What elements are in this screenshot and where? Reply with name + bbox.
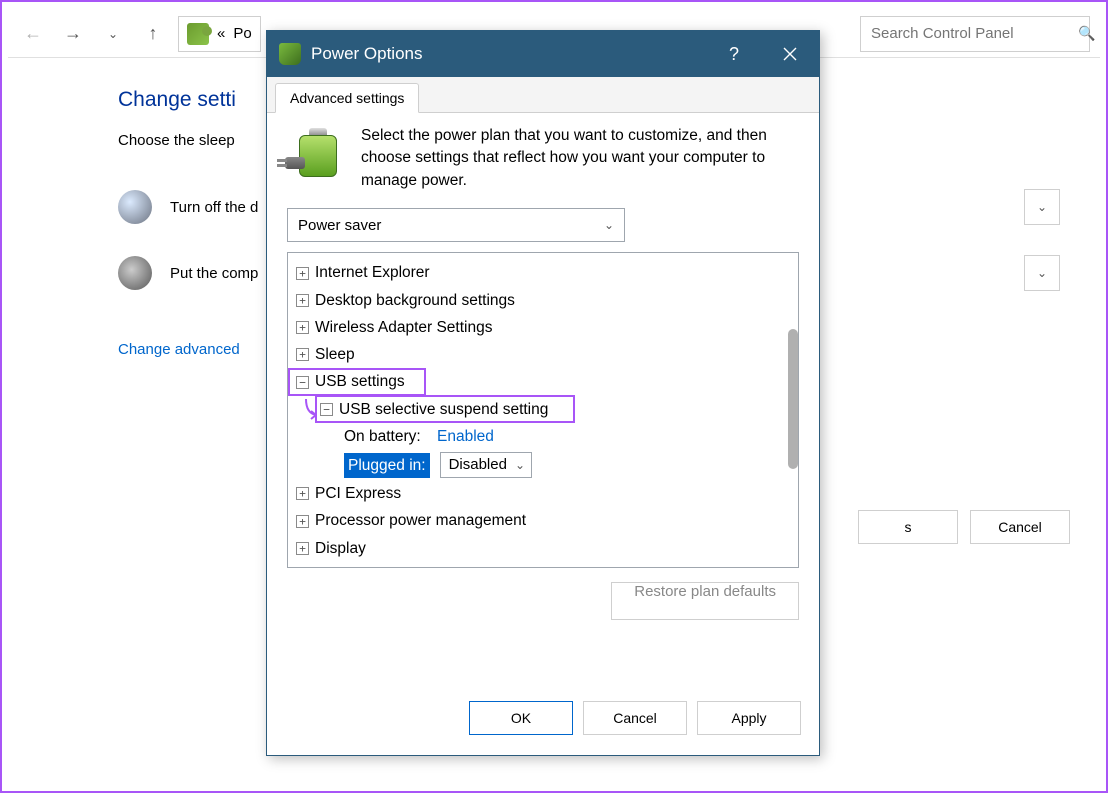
expander-icon[interactable] bbox=[296, 321, 309, 334]
expander-icon[interactable] bbox=[296, 348, 309, 361]
expander-icon[interactable] bbox=[296, 542, 309, 555]
chevron-down-icon: ⌄ bbox=[604, 218, 614, 232]
ok-button[interactable]: OK bbox=[469, 701, 573, 735]
up-button[interactable]: ↑ bbox=[138, 19, 168, 49]
close-button[interactable] bbox=[767, 31, 813, 77]
tab-advanced[interactable]: Advanced settings bbox=[275, 83, 419, 113]
tree-item-display[interactable]: Display bbox=[296, 535, 796, 562]
dialog-footer: OK Cancel Apply bbox=[267, 687, 819, 755]
advanced-link[interactable]: Change advanced bbox=[118, 341, 240, 358]
titlebar[interactable]: Power Options ? bbox=[267, 31, 819, 77]
recent-dropdown[interactable]: ⌄ bbox=[98, 19, 128, 49]
crumb-text: Po bbox=[233, 25, 251, 42]
dialog-title: Power Options bbox=[311, 44, 701, 64]
expander-icon[interactable] bbox=[320, 403, 333, 416]
tree-item-usb[interactable]: USB settings bbox=[296, 368, 796, 395]
power-plan-icon bbox=[187, 23, 209, 45]
plugged-in-value: Disabled bbox=[449, 454, 507, 477]
cancel-button[interactable]: Cancel bbox=[970, 510, 1070, 544]
restore-defaults-button[interactable]: Restore plan defaults bbox=[611, 582, 799, 620]
tree-item-on-battery[interactable]: On battery: Enabled bbox=[344, 423, 796, 450]
search-input[interactable] bbox=[871, 25, 1070, 42]
on-battery-label: On battery: bbox=[344, 425, 421, 448]
plugged-in-dropdown[interactable]: Disabled ⌄ bbox=[440, 452, 532, 478]
scrollbar[interactable] bbox=[788, 329, 798, 469]
tree-item-sleep[interactable]: Sleep bbox=[296, 341, 796, 368]
cp-footer: s Cancel bbox=[858, 510, 1070, 544]
expander-icon[interactable] bbox=[296, 487, 309, 500]
tree-item-ie[interactable]: Internet Explorer bbox=[296, 259, 796, 286]
tree-item-processor[interactable]: Processor power management bbox=[296, 507, 796, 534]
plan-value: Power saver bbox=[298, 217, 381, 234]
forward-button[interactable]: → bbox=[58, 19, 88, 49]
tree-item-wireless[interactable]: Wireless Adapter Settings bbox=[296, 314, 796, 341]
display-icon bbox=[118, 190, 152, 224]
tree-item-usb-selective[interactable]: USB selective suspend setting bbox=[320, 396, 796, 423]
tree-item-desktop[interactable]: Desktop background settings bbox=[296, 287, 796, 314]
tab-strip: Advanced settings bbox=[267, 77, 819, 113]
power-options-dialog: Power Options ? Advanced settings Select… bbox=[266, 30, 820, 756]
save-button[interactable]: s bbox=[858, 510, 958, 544]
battery-icon bbox=[279, 43, 301, 65]
tree-item-pci[interactable]: PCI Express bbox=[296, 480, 796, 507]
expander-icon[interactable] bbox=[296, 294, 309, 307]
dialog-body: Select the power plan that you want to c… bbox=[267, 113, 819, 687]
moon-icon bbox=[118, 256, 152, 290]
info-text: Select the power plan that you want to c… bbox=[361, 125, 799, 192]
expander-icon[interactable] bbox=[296, 376, 309, 389]
expander-icon[interactable] bbox=[296, 267, 309, 280]
tree-item-plugged-in[interactable]: Plugged in: Disabled ⌄ bbox=[344, 450, 796, 480]
back-button[interactable]: ← bbox=[18, 19, 48, 49]
apply-button[interactable]: Apply bbox=[697, 701, 801, 735]
dialog-cancel-button[interactable]: Cancel bbox=[583, 701, 687, 735]
search-box[interactable]: 🔍 bbox=[860, 16, 1090, 52]
sleep-dropdown[interactable]: ⌄ bbox=[1024, 255, 1060, 291]
on-battery-value[interactable]: Enabled bbox=[437, 425, 494, 448]
restore-row: Restore plan defaults bbox=[287, 582, 799, 620]
search-icon[interactable]: 🔍 bbox=[1078, 25, 1095, 42]
info-row: Select the power plan that you want to c… bbox=[287, 125, 799, 192]
power-info-icon bbox=[287, 125, 343, 181]
plan-dropdown[interactable]: Power saver ⌄ bbox=[287, 208, 625, 242]
chevron-down-icon: ⌄ bbox=[515, 456, 525, 474]
display-dropdown[interactable]: ⌄ bbox=[1024, 189, 1060, 225]
plugged-in-label: Plugged in: bbox=[344, 453, 430, 478]
settings-tree: Internet Explorer Desktop background set… bbox=[287, 252, 799, 568]
close-icon bbox=[783, 47, 797, 61]
address-bar[interactable]: « Po bbox=[178, 16, 261, 52]
crumb-prefix: « bbox=[217, 25, 225, 42]
help-button[interactable]: ? bbox=[711, 31, 757, 77]
expander-icon[interactable] bbox=[296, 515, 309, 528]
